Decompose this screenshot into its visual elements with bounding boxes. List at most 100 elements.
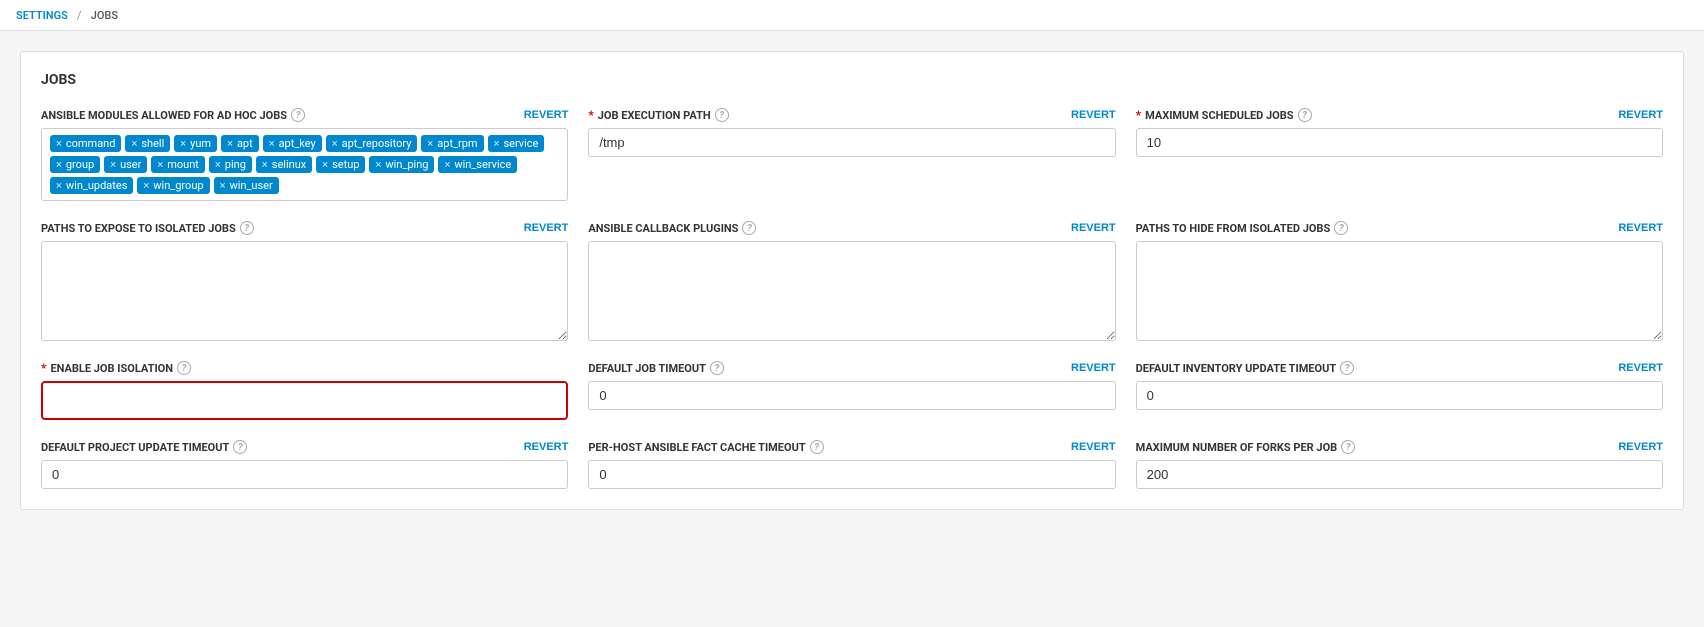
revert-default-inventory-update-timeout[interactable]: REVERT	[1618, 362, 1663, 374]
help-icon-max-forks-per-job[interactable]: ?	[1341, 440, 1355, 454]
revert-default-project-update-timeout[interactable]: REVERT	[524, 441, 569, 453]
field-job-execution-path: * JOB EXECUTION PATH ? REVERT	[588, 108, 1115, 201]
tag-item[interactable]: × win_user	[214, 177, 279, 194]
field-label-row-enable-job-isolation: * ENABLE JOB ISOLATION ?	[41, 361, 568, 375]
tag-item[interactable]: × apt_key	[263, 135, 322, 152]
field-label-row-per-host-fact-cache-timeout: PER-HOST ANSIBLE FACT CACHE TIMEOUT ? RE…	[588, 440, 1115, 454]
field-default-project-update-timeout: DEFAULT PROJECT UPDATE TIMEOUT ? REVERT	[41, 440, 568, 489]
tag-item[interactable]: × setup	[316, 156, 365, 173]
textarea-paths-to-expose[interactable]	[41, 241, 568, 341]
help-icon-ansible-modules[interactable]: ?	[291, 108, 305, 122]
help-icon-per-host-fact-cache-timeout[interactable]: ?	[810, 440, 824, 454]
field-label-row-default-project-update-timeout: DEFAULT PROJECT UPDATE TIMEOUT ? REVERT	[41, 440, 568, 454]
field-default-inventory-update-timeout: DEFAULT INVENTORY UPDATE TIMEOUT ? REVER…	[1136, 361, 1663, 420]
tag-remove-icon[interactable]: ×	[427, 137, 433, 150]
tag-remove-icon[interactable]: ×	[332, 137, 338, 150]
revert-ansible-callback-plugins[interactable]: REVERT	[1071, 222, 1116, 234]
field-per-host-fact-cache-timeout: PER-HOST ANSIBLE FACT CACHE TIMEOUT ? RE…	[588, 440, 1115, 489]
tag-remove-icon[interactable]: ×	[56, 137, 62, 150]
revert-max-forks-per-job[interactable]: REVERT	[1618, 441, 1663, 453]
input-job-execution-path[interactable]	[588, 128, 1115, 157]
tag-remove-icon[interactable]: ×	[494, 137, 500, 150]
field-paths-to-hide: PATHS TO HIDE FROM ISOLATED JOBS ? REVER…	[1136, 221, 1663, 341]
label-max-scheduled-jobs: * MAXIMUM SCHEDULED JOBS ?	[1136, 108, 1312, 122]
tag-remove-icon[interactable]: ×	[56, 158, 62, 171]
help-icon-max-scheduled-jobs[interactable]: ?	[1298, 108, 1312, 122]
help-icon-default-project-update-timeout[interactable]: ?	[233, 440, 247, 454]
revert-job-execution-path[interactable]: REVERT	[1071, 109, 1116, 121]
revert-max-scheduled-jobs[interactable]: REVERT	[1618, 109, 1663, 121]
tag-item[interactable]: × command	[50, 135, 121, 152]
input-per-host-fact-cache-timeout[interactable]	[588, 460, 1115, 489]
revert-default-job-timeout[interactable]: REVERT	[1071, 362, 1116, 374]
input-default-inventory-update-timeout[interactable]	[1136, 381, 1663, 410]
tag-remove-icon[interactable]: ×	[110, 158, 116, 171]
help-icon-paths-to-expose[interactable]: ?	[240, 221, 254, 235]
input-max-forks-per-job[interactable]	[1136, 460, 1663, 489]
field-label-row-ansible-callback-plugins: ANSIBLE CALLBACK PLUGINS ? REVERT	[588, 221, 1115, 235]
tag-remove-icon[interactable]: ×	[131, 137, 137, 150]
tag-item[interactable]: × apt_rpm	[421, 135, 483, 152]
revert-per-host-fact-cache-timeout[interactable]: REVERT	[1071, 441, 1116, 453]
field-max-scheduled-jobs: * MAXIMUM SCHEDULED JOBS ? REVERT	[1136, 108, 1663, 201]
textarea-ansible-callback-plugins[interactable]	[588, 241, 1115, 341]
tags-container-ansible-modules[interactable]: × command× shell× yum× apt× apt_key× apt…	[41, 128, 568, 201]
tag-remove-icon[interactable]: ×	[215, 158, 221, 171]
tag-item[interactable]: × selinux	[256, 156, 312, 173]
input-default-job-timeout[interactable]	[588, 381, 1115, 410]
tag-remove-icon[interactable]: ×	[227, 137, 233, 150]
tag-item[interactable]: × shell	[125, 135, 170, 152]
tag-remove-icon[interactable]: ×	[269, 137, 275, 150]
textarea-paths-to-hide[interactable]	[1136, 241, 1663, 341]
help-icon-job-execution-path[interactable]: ?	[715, 108, 729, 122]
tag-item[interactable]: × apt_repository	[326, 135, 418, 152]
tag-item[interactable]: × win_updates	[50, 177, 133, 194]
help-icon-default-inventory-update-timeout[interactable]: ?	[1340, 361, 1354, 375]
tag-item[interactable]: × win_group	[137, 177, 209, 194]
required-star-max-scheduled-jobs: *	[1136, 108, 1141, 122]
field-ansible-modules: ANSIBLE MODULES ALLOWED FOR AD HOC JOBS …	[41, 108, 568, 201]
tag-remove-icon[interactable]: ×	[157, 158, 163, 171]
label-default-inventory-update-timeout: DEFAULT INVENTORY UPDATE TIMEOUT ?	[1136, 361, 1355, 375]
help-icon-paths-to-hide[interactable]: ?	[1334, 221, 1348, 235]
tag-remove-icon[interactable]: ×	[180, 137, 186, 150]
tag-remove-icon[interactable]: ×	[375, 158, 381, 171]
help-icon-ansible-callback-plugins[interactable]: ?	[742, 221, 756, 235]
required-star-enable-job-isolation: *	[41, 361, 46, 375]
tag-item[interactable]: × win_service	[438, 156, 517, 173]
field-label-row-job-execution-path: * JOB EXECUTION PATH ? REVERT	[588, 108, 1115, 122]
field-label-row-paths-to-hide: PATHS TO HIDE FROM ISOLATED JOBS ? REVER…	[1136, 221, 1663, 235]
tag-remove-icon[interactable]: ×	[220, 179, 226, 192]
help-icon-enable-job-isolation[interactable]: ?	[177, 361, 191, 375]
field-ansible-callback-plugins: ANSIBLE CALLBACK PLUGINS ? REVERT	[588, 221, 1115, 341]
label-paths-to-expose: PATHS TO EXPOSE TO ISOLATED JOBS ?	[41, 221, 254, 235]
field-max-forks-per-job: MAXIMUM NUMBER OF FORKS PER JOB ? REVERT	[1136, 440, 1663, 489]
revert-ansible-modules[interactable]: REVERT	[524, 109, 569, 121]
tag-item[interactable]: × service	[488, 135, 545, 152]
label-default-job-timeout: DEFAULT JOB TIMEOUT ?	[588, 361, 724, 375]
tag-remove-icon[interactable]: ×	[56, 179, 62, 192]
tag-item[interactable]: × win_ping	[369, 156, 434, 173]
tag-remove-icon[interactable]: ×	[322, 158, 328, 171]
card-title: JOBS	[41, 72, 1663, 88]
tag-item[interactable]: × group	[50, 156, 100, 173]
label-paths-to-hide: PATHS TO HIDE FROM ISOLATED JOBS ?	[1136, 221, 1349, 235]
field-default-job-timeout: DEFAULT JOB TIMEOUT ? REVERT	[588, 361, 1115, 420]
revert-paths-to-hide[interactable]: REVERT	[1618, 222, 1663, 234]
tag-item[interactable]: × ping	[209, 156, 252, 173]
input-default-project-update-timeout[interactable]	[41, 460, 568, 489]
tag-item[interactable]: × user	[104, 156, 147, 173]
breadcrumb-settings-link[interactable]: SETTINGS	[16, 9, 68, 22]
tag-remove-icon[interactable]: ×	[444, 158, 450, 171]
tag-remove-icon[interactable]: ×	[262, 158, 268, 171]
tag-item[interactable]: × apt	[221, 135, 259, 152]
settings-grid: ANSIBLE MODULES ALLOWED FOR AD HOC JOBS …	[41, 108, 1663, 489]
tag-remove-icon[interactable]: ×	[143, 179, 149, 192]
revert-paths-to-expose[interactable]: REVERT	[524, 222, 569, 234]
input-max-scheduled-jobs[interactable]	[1136, 128, 1663, 157]
tag-item[interactable]: × mount	[151, 156, 205, 173]
field-paths-to-expose: PATHS TO EXPOSE TO ISOLATED JOBS ? REVER…	[41, 221, 568, 341]
help-icon-default-job-timeout[interactable]: ?	[710, 361, 724, 375]
tag-item[interactable]: × yum	[174, 135, 217, 152]
label-default-project-update-timeout: DEFAULT PROJECT UPDATE TIMEOUT ?	[41, 440, 247, 454]
